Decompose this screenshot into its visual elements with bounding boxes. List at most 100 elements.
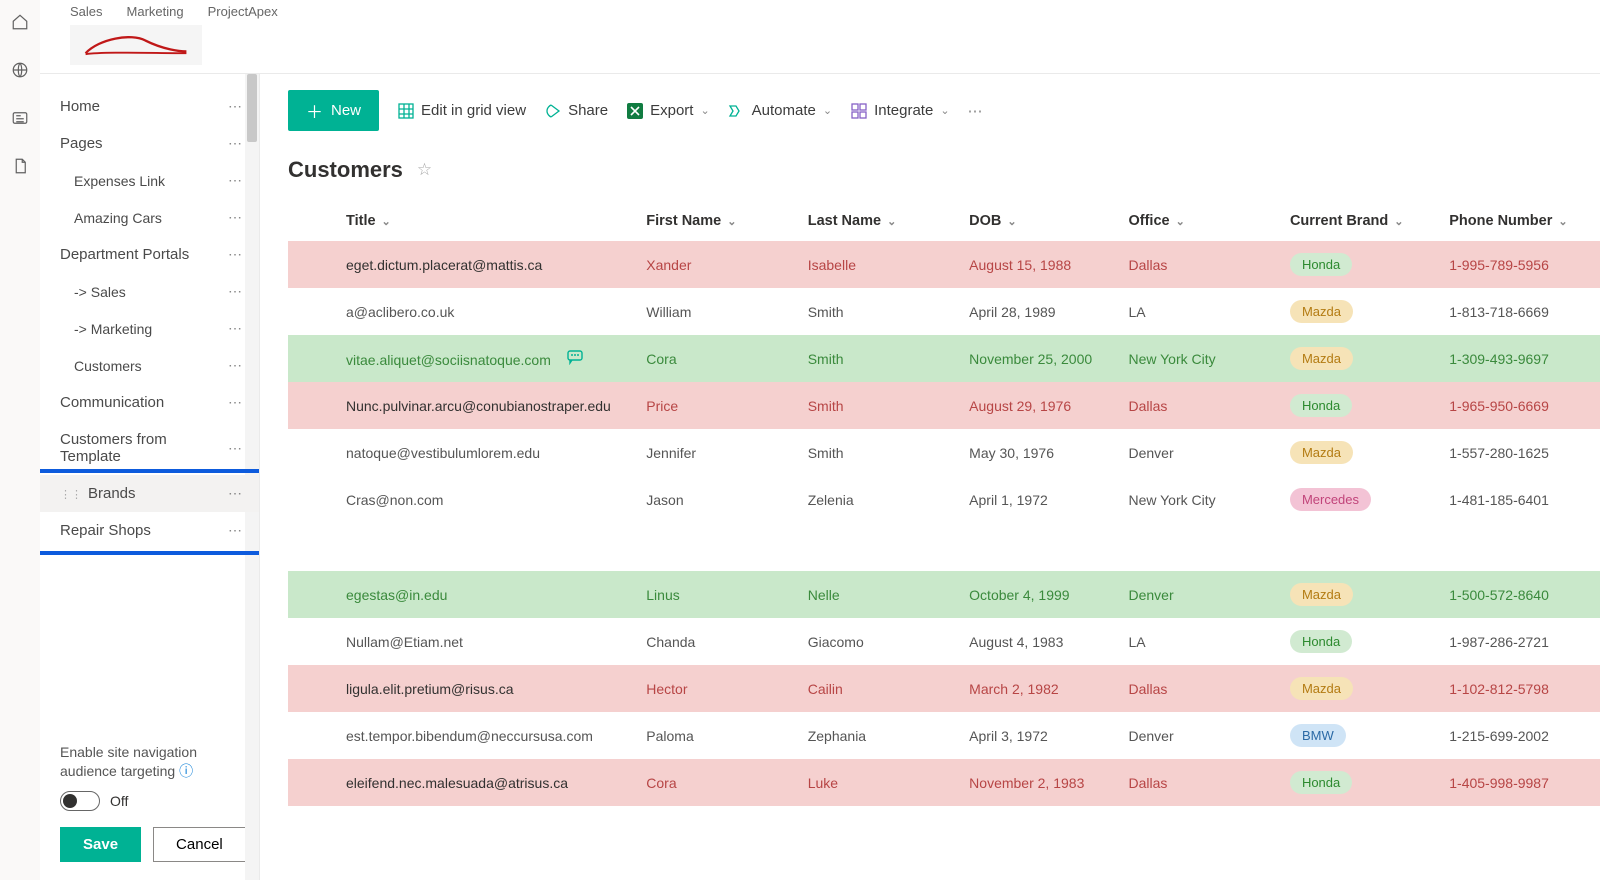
- cell-office: Denver: [1128, 712, 1289, 759]
- comment-icon[interactable]: [567, 349, 583, 365]
- info-icon[interactable]: ⓘ: [179, 763, 193, 779]
- top-nav-sales[interactable]: Sales: [70, 4, 103, 19]
- cell-office: Dallas: [1128, 382, 1289, 429]
- nav-item-brands[interactable]: ⋮⋮Brands⋯: [40, 475, 259, 512]
- edit-in-grid-button[interactable]: Edit in grid view: [397, 102, 526, 119]
- body-split: Home⋯Pages⋯Expenses Link⋯Amazing Cars⋯De…: [40, 74, 1600, 880]
- cell-title: vitae.aliquet@sociisnatoque.com: [288, 335, 646, 382]
- table-wrap[interactable]: Title⌄ First Name⌄ Last Name⌄ DOB⌄ Offic…: [260, 201, 1600, 880]
- table-row[interactable]: a@aclibero.co.ukWilliamSmithApril 28, 19…: [288, 288, 1600, 335]
- nav-item-menu-icon[interactable]: ⋯: [228, 98, 243, 115]
- table-row[interactable]: vitae.aliquet@sociisnatoque.comCoraSmith…: [288, 335, 1600, 382]
- nav-item-expenses-link[interactable]: Expenses Link⋯: [40, 162, 259, 199]
- cell-title: eget.dictum.placerat@mattis.ca: [288, 241, 646, 288]
- nav-item-menu-icon[interactable]: ⋯: [228, 172, 243, 189]
- table-row[interactable]: Nullam@Etiam.netChandaGiacomoAugust 4, 1…: [288, 618, 1600, 665]
- nav-item-customers-from-template[interactable]: Customers from Template ⋯: [40, 421, 259, 475]
- nav-item-marketing[interactable]: -> Marketing⋯: [40, 310, 259, 347]
- chevron-down-icon: ⌄: [1176, 216, 1185, 228]
- site-logo[interactable]: [70, 25, 202, 65]
- column-header-office[interactable]: Office⌄: [1128, 201, 1289, 241]
- column-header-first[interactable]: First Name⌄: [646, 201, 807, 241]
- document-icon[interactable]: [10, 156, 30, 176]
- nav-item-home[interactable]: Home⋯: [40, 88, 259, 125]
- brand-pill: Honda: [1290, 394, 1352, 417]
- drag-handle-icon[interactable]: ⋮⋮: [60, 489, 82, 501]
- list-title-row: Customers ☆: [260, 145, 1600, 201]
- chevron-down-icon: ⌄: [823, 104, 832, 117]
- cell-office: LA: [1128, 618, 1289, 665]
- nav-item-amazing-cars[interactable]: Amazing Cars⋯: [40, 199, 259, 236]
- customers-table: Title⌄ First Name⌄ Last Name⌄ DOB⌄ Offic…: [288, 201, 1600, 806]
- top-nav-projectapex[interactable]: ProjectApex: [208, 4, 278, 19]
- app-rail: [0, 0, 40, 880]
- new-button[interactable]: ＋ New: [288, 90, 379, 131]
- nav-item-menu-icon[interactable]: ⋯: [228, 485, 243, 502]
- column-header-last[interactable]: Last Name⌄: [808, 201, 969, 241]
- cell-dob: August 15, 1988: [969, 241, 1128, 288]
- audience-targeting-toggle[interactable]: [60, 791, 100, 811]
- cell-last-name: Zephania: [808, 712, 969, 759]
- save-button[interactable]: Save: [60, 827, 141, 862]
- column-header-title[interactable]: Title⌄: [288, 201, 646, 241]
- content-area: ＋ New Edit in grid view Share: [260, 74, 1600, 880]
- cell-first-name: Xander: [646, 241, 807, 288]
- cell-last-name: Smith: [808, 382, 969, 429]
- share-button[interactable]: Share: [544, 102, 608, 119]
- cell-phone: 1-215-699-2002: [1449, 712, 1600, 759]
- nav-item-menu-icon[interactable]: ⋯: [228, 283, 243, 300]
- grid-icon: [397, 102, 414, 119]
- column-header-brand[interactable]: Current Brand⌄: [1290, 201, 1449, 241]
- cell-title: Cras@non.com: [288, 476, 646, 523]
- nav-item-pages[interactable]: Pages⋯: [40, 125, 259, 162]
- integrate-button[interactable]: Integrate ⌄: [850, 102, 949, 119]
- nav-item-communication[interactable]: Communication⋯: [40, 384, 259, 421]
- cell-first-name: Cora: [646, 759, 807, 806]
- left-navigation: Home⋯Pages⋯Expenses Link⋯Amazing Cars⋯De…: [40, 74, 260, 880]
- nav-item-customers[interactable]: Customers⋯: [40, 347, 259, 384]
- nav-item-repair-shops[interactable]: Repair Shops⋯: [40, 512, 259, 549]
- nav-item-menu-icon[interactable]: ⋯: [228, 135, 243, 152]
- nav-item-menu-icon[interactable]: ⋯: [228, 394, 243, 411]
- globe-icon[interactable]: [10, 60, 30, 80]
- nav-item-label: Customers from Template: [60, 431, 167, 465]
- nav-item-department-portals[interactable]: Department Portals⋯: [40, 236, 259, 273]
- table-row[interactable]: eget.dictum.placerat@mattis.caXanderIsab…: [288, 241, 1600, 288]
- favorite-star-icon[interactable]: ☆: [417, 160, 432, 180]
- column-header-phone[interactable]: Phone Number⌄: [1449, 201, 1600, 241]
- table-row[interactable]: est.tempor.bibendum@neccursusa.comPaloma…: [288, 712, 1600, 759]
- nav-item-menu-icon[interactable]: ⋯: [228, 357, 243, 374]
- audience-targeting-label: Enable site navigation audience targetin…: [60, 743, 239, 781]
- home-icon[interactable]: [10, 12, 30, 32]
- column-header-dob[interactable]: DOB⌄: [969, 201, 1128, 241]
- cell-office: LA: [1128, 288, 1289, 335]
- cell-title: natoque@vestibulumlorem.edu: [288, 429, 646, 476]
- cell-first-name: William: [646, 288, 807, 335]
- table-row[interactable]: ligula.elit.pretium@risus.caHectorCailin…: [288, 665, 1600, 712]
- nav-item-menu-icon[interactable]: ⋯: [228, 246, 243, 263]
- automate-button[interactable]: Automate ⌄: [728, 102, 832, 119]
- export-button[interactable]: Export ⌄: [626, 102, 710, 119]
- cell-first-name: Price: [646, 382, 807, 429]
- nav-item-menu-icon[interactable]: ⋯: [228, 440, 243, 457]
- table-row[interactable]: eleifend.nec.malesuada@atrisus.caCoraLuk…: [288, 759, 1600, 806]
- table-row[interactable]: Cras@non.comJasonZeleniaApril 1, 1972New…: [288, 476, 1600, 523]
- cancel-button[interactable]: Cancel: [153, 827, 246, 862]
- cell-title: est.tempor.bibendum@neccursusa.com: [288, 712, 646, 759]
- table-row[interactable]: Nunc.pulvinar.arcu@conubianostraper.eduP…: [288, 382, 1600, 429]
- table-row[interactable]: egestas@in.eduLinusNelleOctober 4, 1999D…: [288, 571, 1600, 618]
- nav-item-menu-icon[interactable]: ⋯: [228, 209, 243, 226]
- brand-pill: Honda: [1290, 630, 1352, 653]
- chevron-down-icon: ⌄: [1007, 216, 1016, 228]
- cell-title: Nullam@Etiam.net: [288, 618, 646, 665]
- nav-item-menu-icon[interactable]: ⋯: [228, 522, 243, 539]
- nav-item-sales[interactable]: -> Sales⋯: [40, 273, 259, 310]
- cell-dob: April 28, 1989: [969, 288, 1128, 335]
- command-overflow-button[interactable]: ⋯: [968, 102, 985, 120]
- table-row[interactable]: natoque@vestibulumlorem.eduJenniferSmith…: [288, 429, 1600, 476]
- nav-item-menu-icon[interactable]: ⋯: [228, 320, 243, 337]
- news-icon[interactable]: [10, 108, 30, 128]
- top-nav-marketing[interactable]: Marketing: [127, 4, 184, 19]
- site-header: Sales Marketing ProjectApex: [40, 0, 1600, 74]
- cell-dob: May 30, 1976: [969, 429, 1128, 476]
